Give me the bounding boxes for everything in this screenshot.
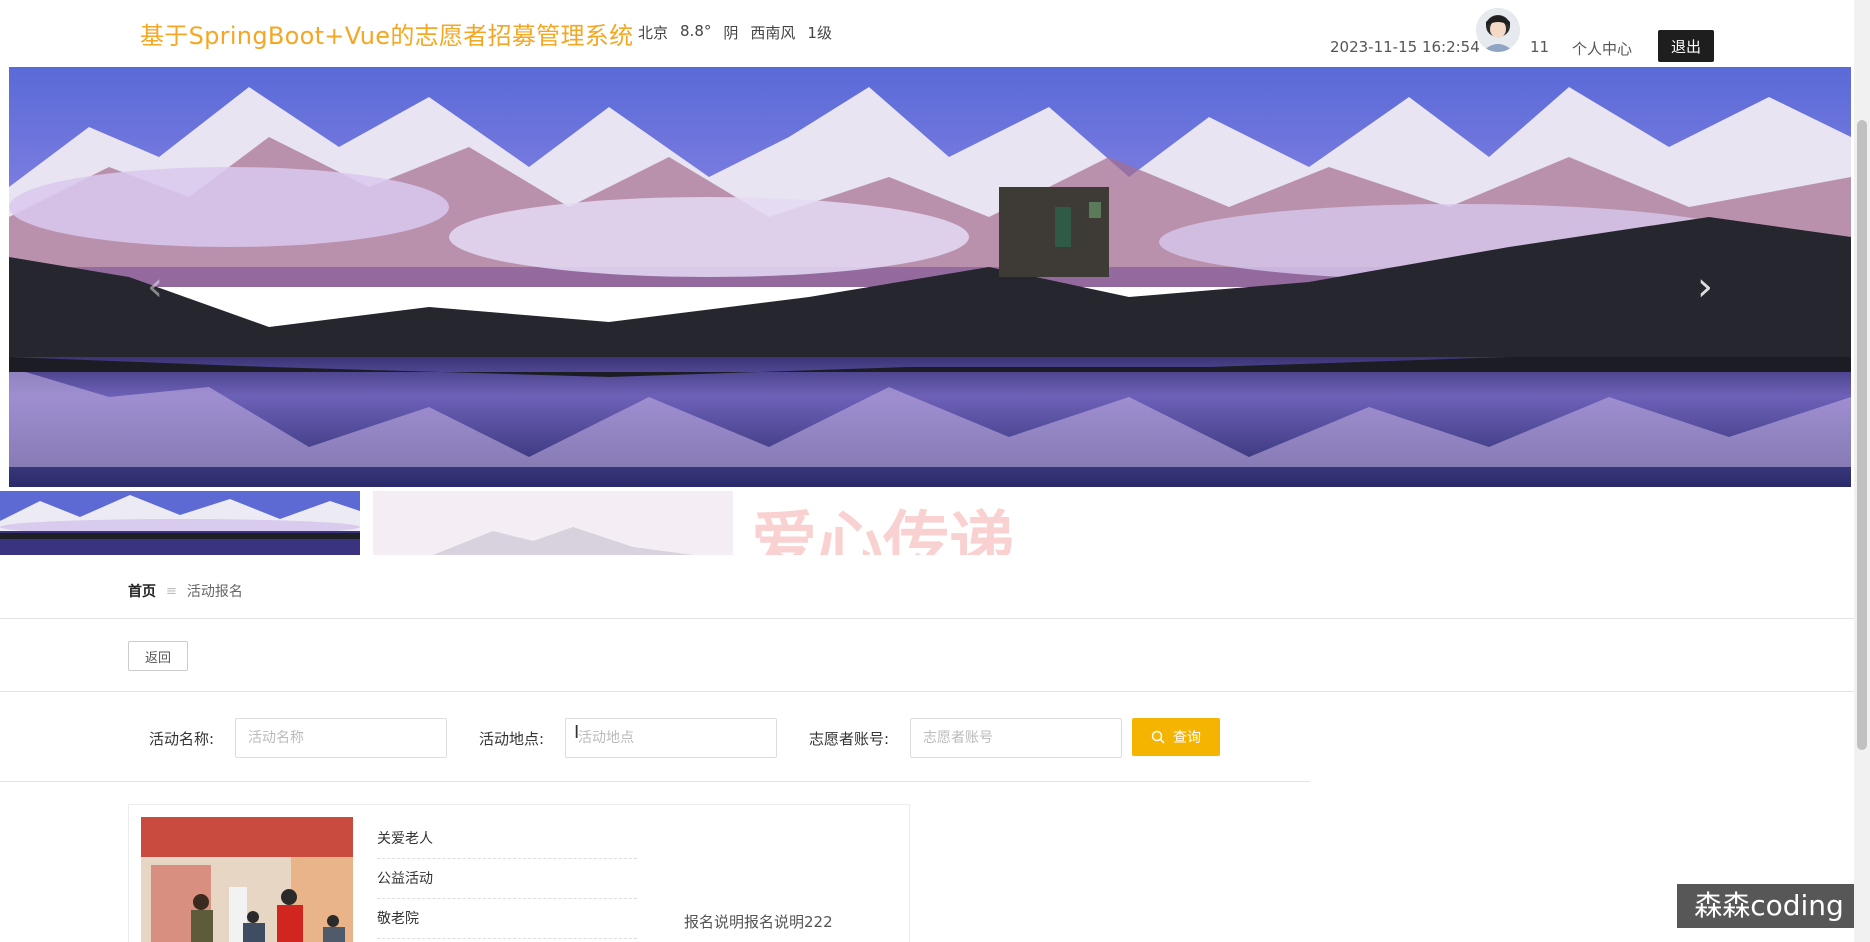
breadcrumb-current: 活动报名 <box>186 584 243 600</box>
carousel-prev-button[interactable]: ‹ <box>147 267 163 307</box>
chevron-left-icon: ‹ <box>147 264 163 310</box>
avatar[interactable] <box>1476 8 1520 52</box>
chevron-right-icon: › <box>1697 264 1713 310</box>
back-button[interactable]: 返回 <box>128 641 188 671</box>
activity-image <box>141 817 353 942</box>
personal-center-link[interactable]: 个人中心 <box>1572 38 1632 59</box>
weather-condition: 阴 <box>723 24 739 42</box>
activity-place-label: 活动地点: <box>479 730 545 748</box>
search-icon <box>1151 730 1165 744</box>
watermark: 森森coding <box>1677 884 1861 928</box>
thumbnail-2[interactable] <box>373 491 733 555</box>
activity-name-label: 活动名称: <box>149 730 215 748</box>
divider <box>0 691 1854 692</box>
weather-widget: 北京 8.8° 阴 西南风 1级 <box>638 22 832 43</box>
activity-place-input[interactable] <box>565 718 777 758</box>
thumbnail-3[interactable]: 爱心传递 <box>745 491 1105 555</box>
top-header: 基于SpringBoot+Vue的志愿者招募管理系统 北京 8.8° 阴 西南风… <box>0 0 1854 66</box>
divider <box>0 618 1854 619</box>
weather-temp: 8.8° <box>680 22 712 40</box>
activity-card[interactable]: 关爱老人 公益活动 敬老院 报名说明报名说明222 <box>128 804 910 942</box>
weather-wind: 西南风 <box>750 24 796 42</box>
scrollbar-thumb[interactable] <box>1857 120 1867 750</box>
activity-description: 报名说明报名说明222 <box>684 913 833 931</box>
page-scrollbar[interactable] <box>1854 0 1870 942</box>
search-bar: 活动名称: 活动地点: 志愿者账号: 查询 <box>0 718 1310 758</box>
logout-button[interactable]: 退出 <box>1658 30 1714 62</box>
carousel-thumbnails: 爱心传递 <box>0 491 1120 555</box>
banner-image <box>9 67 1851 487</box>
carousel-next-button[interactable]: › <box>1697 267 1713 307</box>
site-title: 基于SpringBoot+Vue的志愿者招募管理系统 <box>140 22 634 50</box>
svg-text:爱心传递: 爱心传递 <box>751 504 1015 555</box>
activity-place: 敬老院 <box>377 899 637 939</box>
text-cursor-icon: I <box>574 722 580 743</box>
activity-name-input[interactable] <box>235 718 447 758</box>
activity-name: 关爱老人 <box>377 819 637 859</box>
thumbnail-1[interactable] <box>0 491 360 555</box>
query-label: 查询 <box>1173 729 1201 745</box>
weather-city: 北京 <box>638 24 669 42</box>
breadcrumb: 首页 ≡ 活动报名 <box>128 581 243 601</box>
breadcrumb-home[interactable]: 首页 <box>128 581 156 601</box>
current-datetime: 2023-11-15 16:2:54 <box>1330 38 1480 56</box>
divider <box>0 781 1310 782</box>
activity-type: 公益活动 <box>377 859 637 899</box>
weather-level: 1级 <box>807 24 832 42</box>
banner-carousel: ‹ › <box>9 67 1851 487</box>
username: 11 <box>1530 38 1550 56</box>
breadcrumb-separator: ≡ <box>166 583 177 599</box>
activity-fields: 关爱老人 公益活动 敬老院 <box>377 819 637 939</box>
volunteer-account-label: 志愿者账号: <box>809 730 890 748</box>
volunteer-account-input[interactable] <box>910 718 1122 758</box>
query-button[interactable]: 查询 <box>1132 718 1220 756</box>
